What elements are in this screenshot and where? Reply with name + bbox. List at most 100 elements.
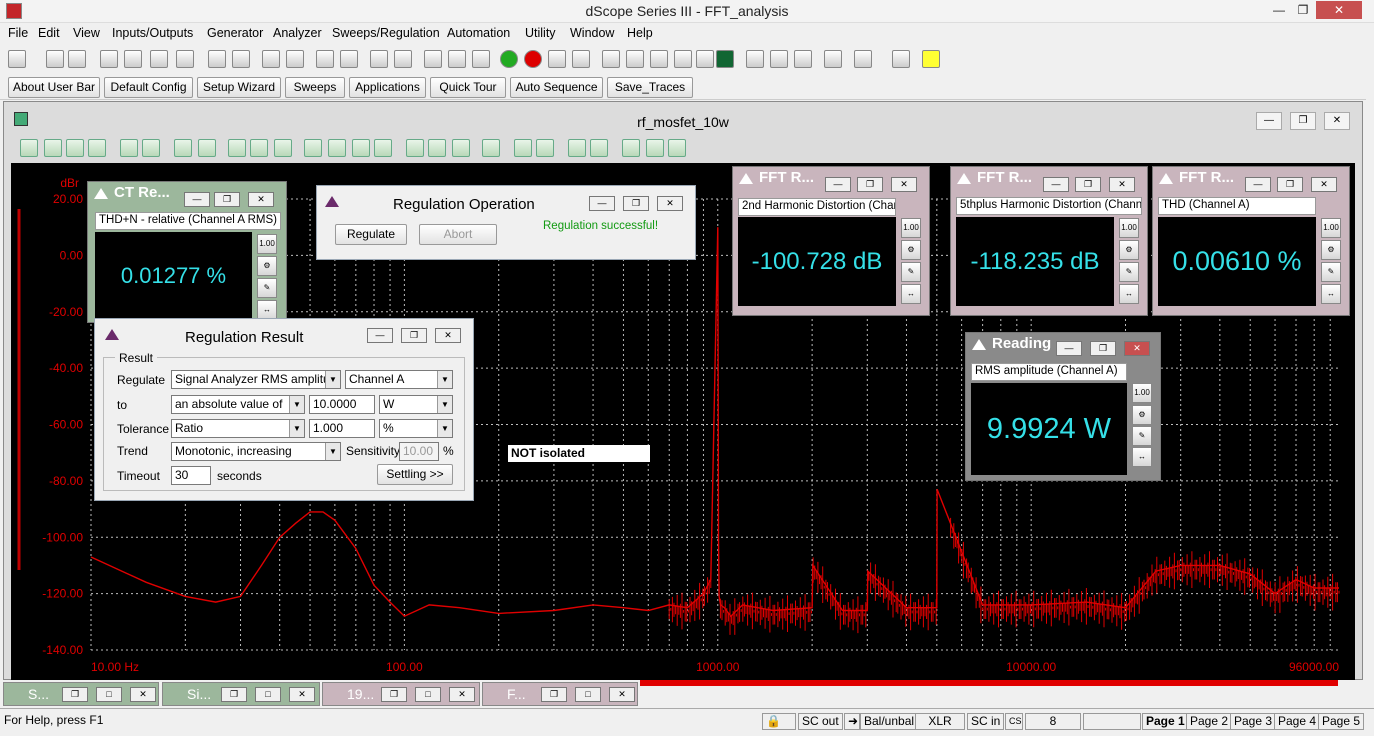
rms-restore-button[interactable]: ❐ — [1090, 341, 1116, 356]
meter-expand-icon[interactable]: ↔ — [901, 284, 921, 304]
numeric-display-icon[interactable]: 1.00 — [1321, 218, 1341, 238]
fft3-minimize-button[interactable]: — — [1245, 177, 1271, 192]
target-mode-select[interactable]: an absolute value of ▼ — [171, 395, 305, 414]
help-icon[interactable] — [922, 50, 940, 68]
script-icon[interactable] — [746, 50, 764, 68]
open-icon[interactable] — [8, 50, 26, 68]
meter-settings-icon[interactable]: ⚙ — [1119, 240, 1139, 260]
quick-tour-button[interactable]: Quick Tour — [430, 77, 506, 98]
fft2-close-button[interactable]: ✕ — [1109, 177, 1135, 192]
regulate-button[interactable]: Regulate — [335, 224, 407, 245]
channel-select[interactable]: Channel A ▼ — [345, 370, 453, 389]
maximize-icon[interactable]: □ — [415, 687, 441, 702]
input-b-icon[interactable] — [232, 50, 250, 68]
menu-automation[interactable]: Automation — [447, 26, 510, 40]
clock-icon[interactable] — [824, 50, 842, 68]
menu-utility[interactable]: Utility — [525, 26, 556, 40]
graph-icon[interactable] — [602, 50, 620, 68]
close-button[interactable]: ✕ — [1316, 1, 1362, 19]
regop-minimize-button[interactable]: — — [589, 196, 615, 211]
regop-restore-button[interactable]: ❐ — [623, 196, 649, 211]
meter-settings-icon[interactable]: ⚙ — [1321, 240, 1341, 260]
analyze-icon[interactable] — [482, 139, 500, 157]
scope-2-icon[interactable] — [448, 50, 466, 68]
save-all-icon[interactable] — [68, 50, 86, 68]
marker-c-icon[interactable] — [452, 139, 470, 157]
menu-analyzer[interactable]: Analyzer — [273, 26, 322, 40]
page-1-tab[interactable]: Page 1 — [1142, 713, 1189, 730]
sweeps-button[interactable]: Sweeps — [285, 77, 345, 98]
fft1-restore-button[interactable]: ❐ — [857, 177, 883, 192]
meter-icon[interactable] — [370, 50, 388, 68]
page-4-tab[interactable]: Page 4 — [1274, 713, 1321, 730]
doc-restore-button[interactable]: ❐ — [1290, 112, 1316, 130]
display-icon[interactable] — [716, 50, 734, 68]
minimized-window-3[interactable]: 19... ❐ □ ✕ — [322, 682, 480, 706]
menu-view[interactable]: View — [73, 26, 100, 40]
close-icon[interactable]: ✕ — [449, 687, 475, 702]
peak-icon[interactable] — [514, 139, 532, 157]
regulate-measurement-select[interactable]: Signal Analyzer RMS amplitude ▼ — [171, 370, 341, 389]
settling-button[interactable]: Settling >> — [377, 464, 453, 485]
cursor-4-icon[interactable] — [374, 139, 392, 157]
numeric-display-icon[interactable]: 1.00 — [1119, 218, 1139, 238]
maximize-icon[interactable]: □ — [255, 687, 281, 702]
fft2-restore-button[interactable]: ❐ — [1075, 177, 1101, 192]
save-traces-button[interactable]: Save_Traces — [607, 77, 693, 98]
applications-button[interactable]: Applications — [349, 77, 426, 98]
graph-3-icon[interactable] — [650, 50, 668, 68]
meter-expand-icon[interactable]: ↔ — [1119, 284, 1139, 304]
trace-icon[interactable] — [44, 139, 62, 157]
maximize-icon[interactable]: □ — [96, 687, 122, 702]
meter-expand-icon[interactable]: ↔ — [1132, 447, 1152, 467]
numeric-display-icon[interactable]: 1.00 — [257, 234, 277, 254]
rms-close-button[interactable]: ✕ — [1124, 341, 1150, 356]
page-5-tab[interactable]: Page 5 — [1318, 713, 1365, 730]
edit-2-icon[interactable] — [198, 139, 216, 157]
menu-help[interactable]: Help — [627, 26, 653, 40]
grid-2-icon[interactable] — [142, 139, 160, 157]
cursor-3-icon[interactable] — [352, 139, 370, 157]
output-mute-icon[interactable] — [150, 50, 168, 68]
meter-settings-icon[interactable]: ⚙ — [257, 256, 277, 276]
restore-icon[interactable]: ❐ — [381, 687, 407, 702]
cursor-2-icon[interactable] — [328, 139, 346, 157]
menu-window[interactable]: Window — [570, 26, 614, 40]
marker-b-icon[interactable] — [428, 139, 446, 157]
sensitivity-input[interactable]: 10.00 — [399, 442, 439, 461]
scope-icon[interactable] — [424, 50, 442, 68]
filter-icon[interactable] — [568, 139, 586, 157]
default-config-button[interactable]: Default Config — [104, 77, 193, 98]
meter-edit-icon[interactable]: ✎ — [1132, 426, 1152, 446]
fft3-restore-button[interactable]: ❐ — [1277, 177, 1303, 192]
page-2-tab[interactable]: Page 2 — [1186, 713, 1233, 730]
sweep-icon[interactable] — [548, 50, 566, 68]
menu-inputs-outputs[interactable]: Inputs/Outputs — [112, 26, 193, 40]
edit-icon[interactable] — [174, 139, 192, 157]
maximize-icon[interactable]: □ — [575, 687, 601, 702]
ct-close-button[interactable]: ✕ — [248, 192, 274, 207]
doc-close-button[interactable]: ✕ — [1324, 112, 1350, 130]
record-icon[interactable] — [524, 50, 542, 68]
regop-close-button[interactable]: ✕ — [657, 196, 683, 211]
report-icon[interactable] — [854, 50, 872, 68]
generator-icon[interactable] — [316, 50, 334, 68]
restore-icon[interactable]: ❐ — [541, 687, 567, 702]
marker-a-icon[interactable] — [406, 139, 424, 157]
zoom-3-icon[interactable] — [274, 139, 292, 157]
auto-sequence-button[interactable]: Auto Sequence — [510, 77, 603, 98]
numeric-display-icon[interactable]: 1.00 — [1132, 383, 1152, 403]
abort-button[interactable]: Abort — [419, 224, 497, 245]
filter-2-icon[interactable] — [590, 139, 608, 157]
output-off-icon[interactable] — [176, 50, 194, 68]
menu-sweeps-regulation[interactable]: Sweeps/Regulation — [332, 26, 440, 40]
doc-minimize-button[interactable]: — — [1256, 112, 1282, 130]
numeric-display-icon[interactable]: 1.00 — [901, 218, 921, 238]
graph-2-icon[interactable] — [626, 50, 644, 68]
meter-settings-icon[interactable]: ⚙ — [901, 240, 921, 260]
menu-generator[interactable]: Generator — [207, 26, 263, 40]
run-icon[interactable] — [500, 50, 518, 68]
meter-2-icon[interactable] — [394, 50, 412, 68]
wave-2-icon[interactable] — [646, 139, 664, 157]
meter-expand-icon[interactable]: ↔ — [257, 300, 277, 320]
